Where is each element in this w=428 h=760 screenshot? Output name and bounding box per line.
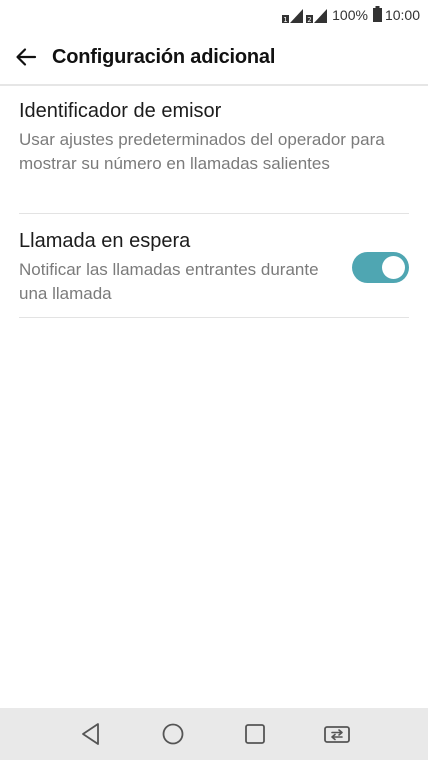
caller-id-title: Identificador de emisor <box>19 100 222 122</box>
status-bar: 1 2 100% 10:00 <box>0 0 428 30</box>
sim2-signal-icon: 2 <box>306 6 328 24</box>
nav-home-button[interactable] <box>132 708 214 760</box>
recents-square-icon <box>245 724 265 744</box>
nav-recents-button[interactable] <box>214 708 296 760</box>
dual-window-icon <box>324 726 350 743</box>
back-button[interactable] <box>0 29 52 85</box>
page-title: Configuración adicional <box>52 45 276 68</box>
svg-text:2: 2 <box>307 16 311 24</box>
nav-back-button[interactable] <box>50 708 132 760</box>
app-bar: Configuración adicional <box>0 30 428 86</box>
navigation-bar <box>0 708 428 760</box>
caller-id-subtitle: Usar ajustes predeterminados del operado… <box>19 130 385 173</box>
call-waiting-subtitle: Notificar las llamadas entrantes durante… <box>19 260 319 303</box>
clock: 10:00 <box>384 7 420 23</box>
battery-icon <box>372 5 382 25</box>
call-waiting-title: Llamada en espera <box>19 230 191 252</box>
settings-list: Identificador de emisor Usar ajustes pre… <box>19 88 409 318</box>
back-arrow-icon <box>16 48 37 66</box>
caller-id-setting[interactable]: Identificador de emisor Usar ajustes pre… <box>19 88 409 214</box>
phone-screen: 1 2 100% 10:00 Configuración adicional I… <box>0 0 428 760</box>
home-circle-icon <box>162 723 184 745</box>
toggle-knob <box>382 256 405 279</box>
svg-text:1: 1 <box>283 16 287 24</box>
back-triangle-icon <box>82 723 99 745</box>
call-waiting-setting[interactable]: Llamada en espera Notificar las llamadas… <box>19 214 409 318</box>
battery-percent: 100% <box>332 7 368 23</box>
nav-dual-window-button[interactable] <box>296 708 378 760</box>
sim1-signal-icon: 1 <box>282 6 304 24</box>
call-waiting-toggle[interactable] <box>352 252 409 283</box>
